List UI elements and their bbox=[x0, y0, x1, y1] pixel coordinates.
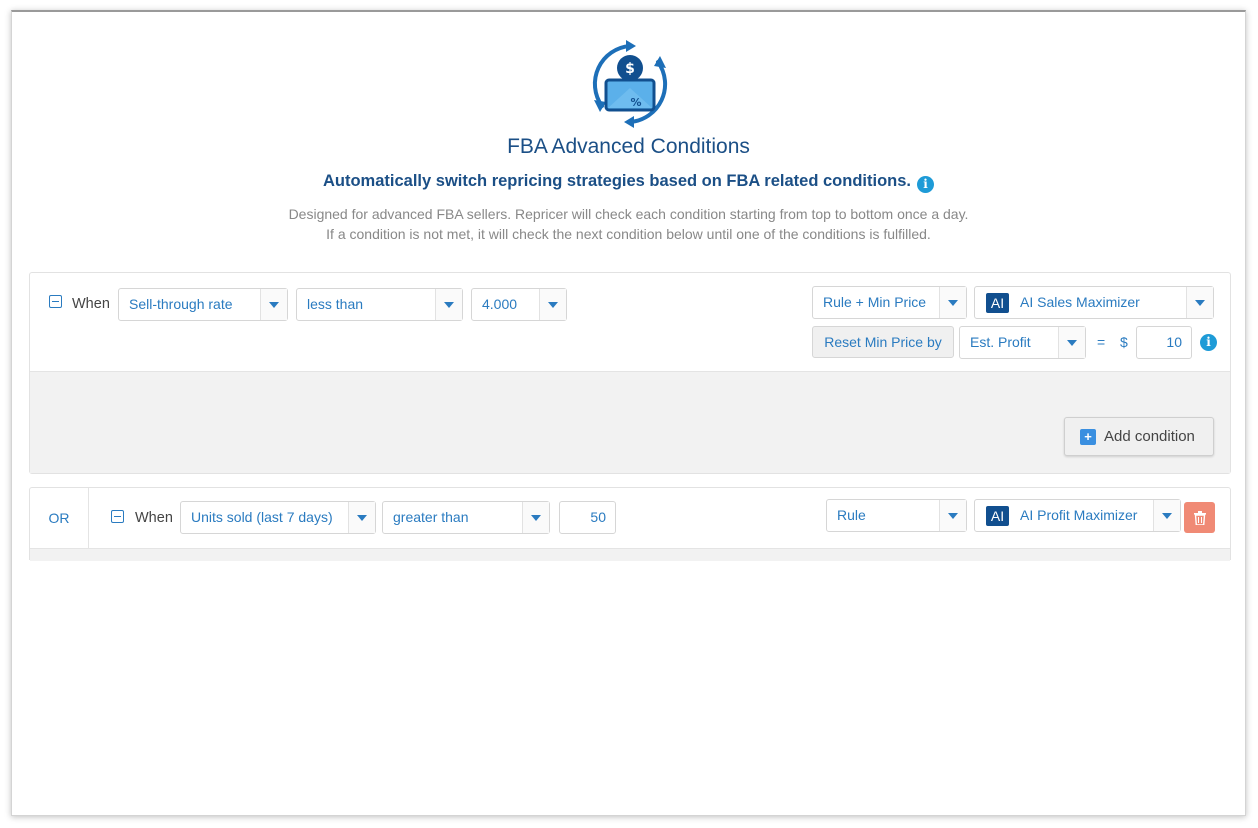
info-icon[interactable]: i bbox=[917, 176, 934, 193]
delete-condition-button[interactable] bbox=[1184, 502, 1215, 533]
reset-basis-value: Est. Profit bbox=[970, 334, 1031, 350]
reset-amount-input[interactable]: 10 bbox=[1136, 326, 1192, 359]
repricing-cycle-icon: $ % bbox=[592, 40, 668, 128]
condition-panel-1: When Sell-through rate less than 4.000 R… bbox=[29, 272, 1231, 474]
value-select[interactable]: 4.000 bbox=[471, 288, 567, 321]
chevron-down-icon[interactable] bbox=[1058, 327, 1085, 358]
chevron-down-icon[interactable] bbox=[539, 289, 566, 320]
page-title: FBA Advanced Conditions bbox=[507, 135, 750, 158]
plus-icon: + bbox=[1080, 429, 1096, 445]
ai-badge: AI bbox=[986, 293, 1009, 313]
strategy-select[interactable]: AI AI Profit Maximizer bbox=[974, 499, 1181, 532]
chevron-down-icon[interactable] bbox=[1186, 287, 1213, 318]
collapse-icon[interactable] bbox=[49, 295, 62, 308]
reset-basis-select[interactable]: Est. Profit bbox=[959, 326, 1086, 359]
value-select-value: 4.000 bbox=[482, 296, 518, 312]
chevron-down-icon[interactable] bbox=[1153, 500, 1180, 531]
condition-panel-2: OR When Units sold (last 7 days) greater… bbox=[29, 487, 1231, 561]
operator-select[interactable]: greater than bbox=[382, 501, 550, 534]
chevron-down-icon[interactable] bbox=[260, 289, 287, 320]
chevron-down-icon[interactable] bbox=[522, 502, 549, 533]
value-input[interactable]: 50 bbox=[559, 501, 616, 534]
operator-select-value: less than bbox=[307, 296, 364, 312]
svg-text:$: $ bbox=[625, 61, 635, 77]
ai-badge: AI bbox=[986, 506, 1009, 526]
strategy-type-value: Rule + Min Price bbox=[823, 294, 927, 310]
metric-select[interactable]: Units sold (last 7 days) bbox=[180, 501, 376, 534]
collapse-icon[interactable] bbox=[111, 510, 124, 523]
page-subtitle: Automatically switch repricing strategie… bbox=[12, 172, 1245, 193]
metric-select-value: Units sold (last 7 days) bbox=[191, 509, 333, 525]
or-label: OR bbox=[30, 488, 89, 548]
when-label: When bbox=[135, 510, 173, 526]
when-label: When bbox=[72, 296, 110, 312]
svg-text:%: % bbox=[630, 96, 641, 109]
add-condition-button[interactable]: + Add condition bbox=[1064, 417, 1214, 456]
trash-icon bbox=[1193, 510, 1206, 525]
page-description: Designed for advanced FBA sellers. Repri… bbox=[12, 204, 1245, 244]
equals-sign: = bbox=[1097, 334, 1106, 350]
strategy-select-value: AI Sales Maximizer bbox=[1020, 294, 1140, 310]
add-condition-label: Add condition bbox=[1104, 428, 1195, 445]
chevron-down-icon[interactable] bbox=[939, 500, 966, 531]
chevron-down-icon[interactable] bbox=[435, 289, 462, 320]
description-line: If a condition is not met, it will check… bbox=[326, 226, 931, 242]
condition-actions-area bbox=[30, 548, 1230, 561]
strategy-type-value: Rule bbox=[837, 507, 866, 523]
metric-select-value: Sell-through rate bbox=[129, 296, 233, 312]
subtitle-text: Automatically switch repricing strategie… bbox=[322, 172, 911, 190]
chevron-down-icon[interactable] bbox=[939, 287, 966, 318]
strategy-select-value: AI Profit Maximizer bbox=[1020, 507, 1138, 523]
chevron-down-icon[interactable] bbox=[348, 502, 375, 533]
strategy-type-select[interactable]: Rule bbox=[826, 499, 967, 532]
currency-symbol: $ bbox=[1120, 334, 1128, 350]
operator-select-value: greater than bbox=[393, 509, 469, 525]
strategy-type-select[interactable]: Rule + Min Price bbox=[812, 286, 967, 319]
operator-select[interactable]: less than bbox=[296, 288, 463, 321]
info-icon[interactable]: i bbox=[1200, 334, 1217, 351]
condition-actions-area bbox=[30, 371, 1230, 473]
reset-min-price-button[interactable]: Reset Min Price by bbox=[812, 326, 954, 358]
metric-select[interactable]: Sell-through rate bbox=[118, 288, 288, 321]
app-window: $ % FBA Advanced Conditions Automaticall… bbox=[11, 10, 1246, 816]
strategy-select[interactable]: AI AI Sales Maximizer bbox=[974, 286, 1214, 319]
description-line: Designed for advanced FBA sellers. Repri… bbox=[288, 206, 969, 222]
